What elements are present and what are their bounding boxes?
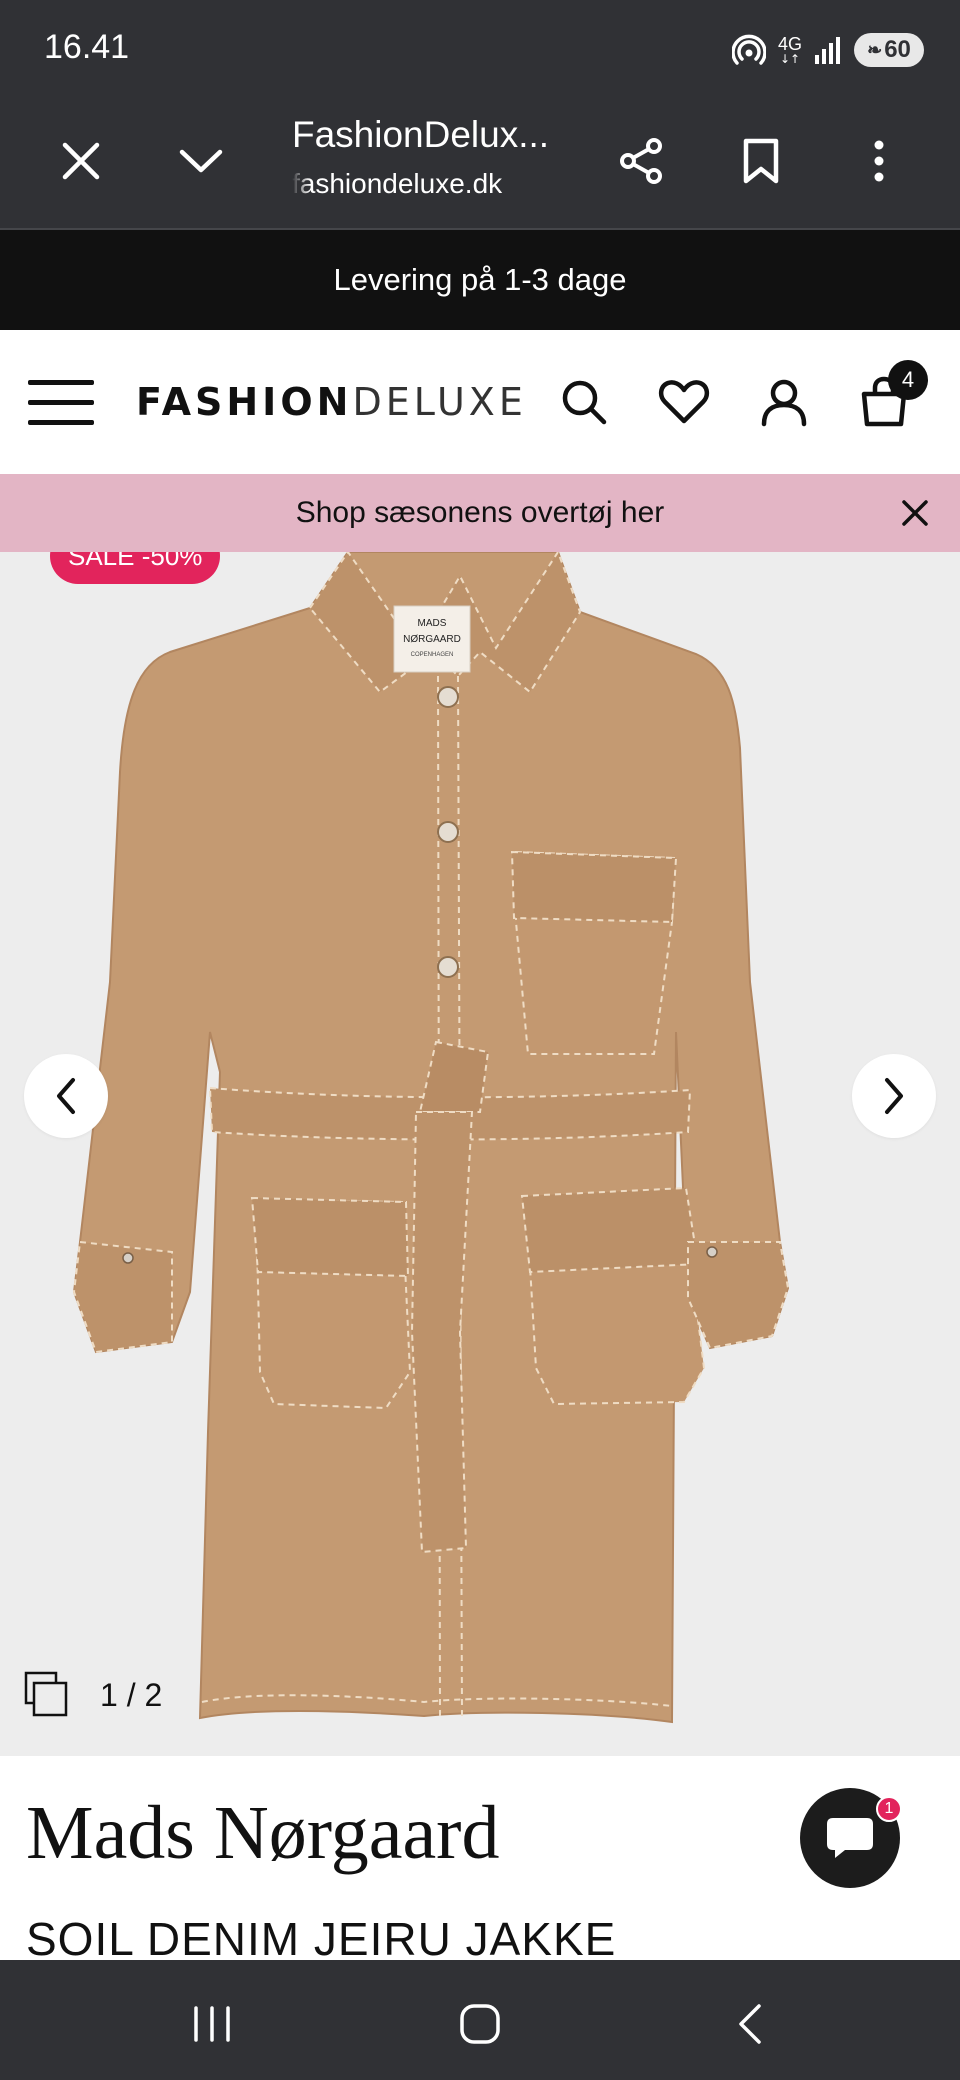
share-button[interactable] (606, 126, 676, 196)
product-image-gallery[interactable]: MADS NØRGAARD COPENHAGEN SALE -50% 1 / 2 (0, 552, 960, 1756)
share-icon (620, 138, 662, 184)
hotspot-icon (731, 34, 766, 65)
page-title: FashionDelux... (292, 114, 550, 155)
account-button[interactable] (752, 370, 816, 434)
close-icon (62, 142, 100, 180)
status-time: 16.41 (44, 28, 130, 66)
chat-unread-badge: 1 (876, 1796, 902, 1822)
image-counter[interactable]: 1 / 2 (24, 1668, 162, 1722)
chevron-left-icon (57, 1078, 75, 1114)
sale-badge: SALE -50% (50, 552, 221, 584)
menu-icon (28, 380, 94, 385)
cart-count-badge: 4 (888, 360, 928, 400)
cart-button[interactable]: 4 (852, 360, 928, 434)
browser-toolbar: FashionDelux... fashiondeluxe.dk (0, 98, 960, 230)
next-image-button[interactable] (852, 1054, 936, 1138)
site-logo[interactable]: FASHIONDELUXE (136, 380, 527, 424)
status-bar: 16.41 4G ↓↑ ❧ 60 (0, 0, 960, 98)
delivery-banner: Levering på 1-3 dage (0, 230, 960, 330)
minimize-browser-button[interactable] (166, 126, 236, 196)
heart-icon (658, 380, 710, 424)
menu-icon-line (28, 400, 94, 405)
home-icon (460, 2004, 500, 2044)
more-vertical-icon (874, 140, 884, 182)
image-counter-text: 1 / 2 (100, 1676, 163, 1713)
product-name: SOIL DENIM JEIRU JAKKE (26, 1913, 617, 1965)
delivery-text: Levering på 1-3 dage (333, 262, 627, 297)
user-icon (761, 379, 807, 427)
chat-icon (827, 1818, 873, 1858)
back-icon (739, 2004, 761, 2044)
status-icons: 4G ↓↑ ❧ 60 (731, 30, 924, 70)
bookmark-button[interactable] (726, 126, 796, 196)
battery-indicator: ❧ 60 (854, 33, 924, 67)
chevron-right-icon (885, 1078, 903, 1114)
search-button[interactable] (552, 370, 616, 434)
signal-icon (815, 37, 840, 64)
more-options-button[interactable] (844, 126, 914, 196)
coat-label-text-1: MADS (418, 618, 447, 629)
system-navigation-bar (0, 1960, 960, 2080)
wishlist-button[interactable] (652, 370, 716, 434)
site-header: FASHIONDELUXE 4 (0, 330, 960, 474)
promo-close-button[interactable] (888, 486, 942, 540)
menu-icon-line (28, 420, 94, 425)
promo-banner[interactable]: Shop sæsonens overtøj her (0, 474, 960, 552)
logo-bold-text: FASHION (136, 380, 353, 424)
product-image: MADS NØRGAARD COPENHAGEN (72, 552, 790, 1724)
bookmark-icon (743, 138, 779, 184)
network-icon: 4G ↓↑ (777, 34, 802, 66)
recent-apps-icon (194, 2006, 230, 2042)
close-icon (902, 500, 928, 526)
home-button[interactable] (440, 1984, 520, 2064)
battery-saver-icon: ❧ (867, 39, 883, 60)
gallery-icon (24, 1671, 68, 1717)
back-button[interactable] (710, 1984, 790, 2064)
previous-image-button[interactable] (24, 1054, 108, 1138)
close-tab-button[interactable] (46, 126, 116, 196)
coat-label-text-2: NØRGAARD (403, 634, 461, 645)
promo-text[interactable]: Shop sæsonens overtøj her (296, 496, 665, 530)
chat-button[interactable]: 1 (800, 1788, 902, 1888)
recent-apps-button[interactable] (172, 1984, 252, 2064)
logo-light-text: DELUXE (352, 380, 527, 424)
menu-button[interactable] (28, 378, 96, 428)
product-brand[interactable]: Mads Nørgaard (26, 1790, 499, 1877)
coat-label-text-3: COPENHAGEN (411, 652, 454, 658)
chevron-down-icon (179, 149, 223, 173)
search-icon (562, 380, 607, 425)
page-url[interactable]: fashiondeluxe.dk (292, 168, 532, 200)
